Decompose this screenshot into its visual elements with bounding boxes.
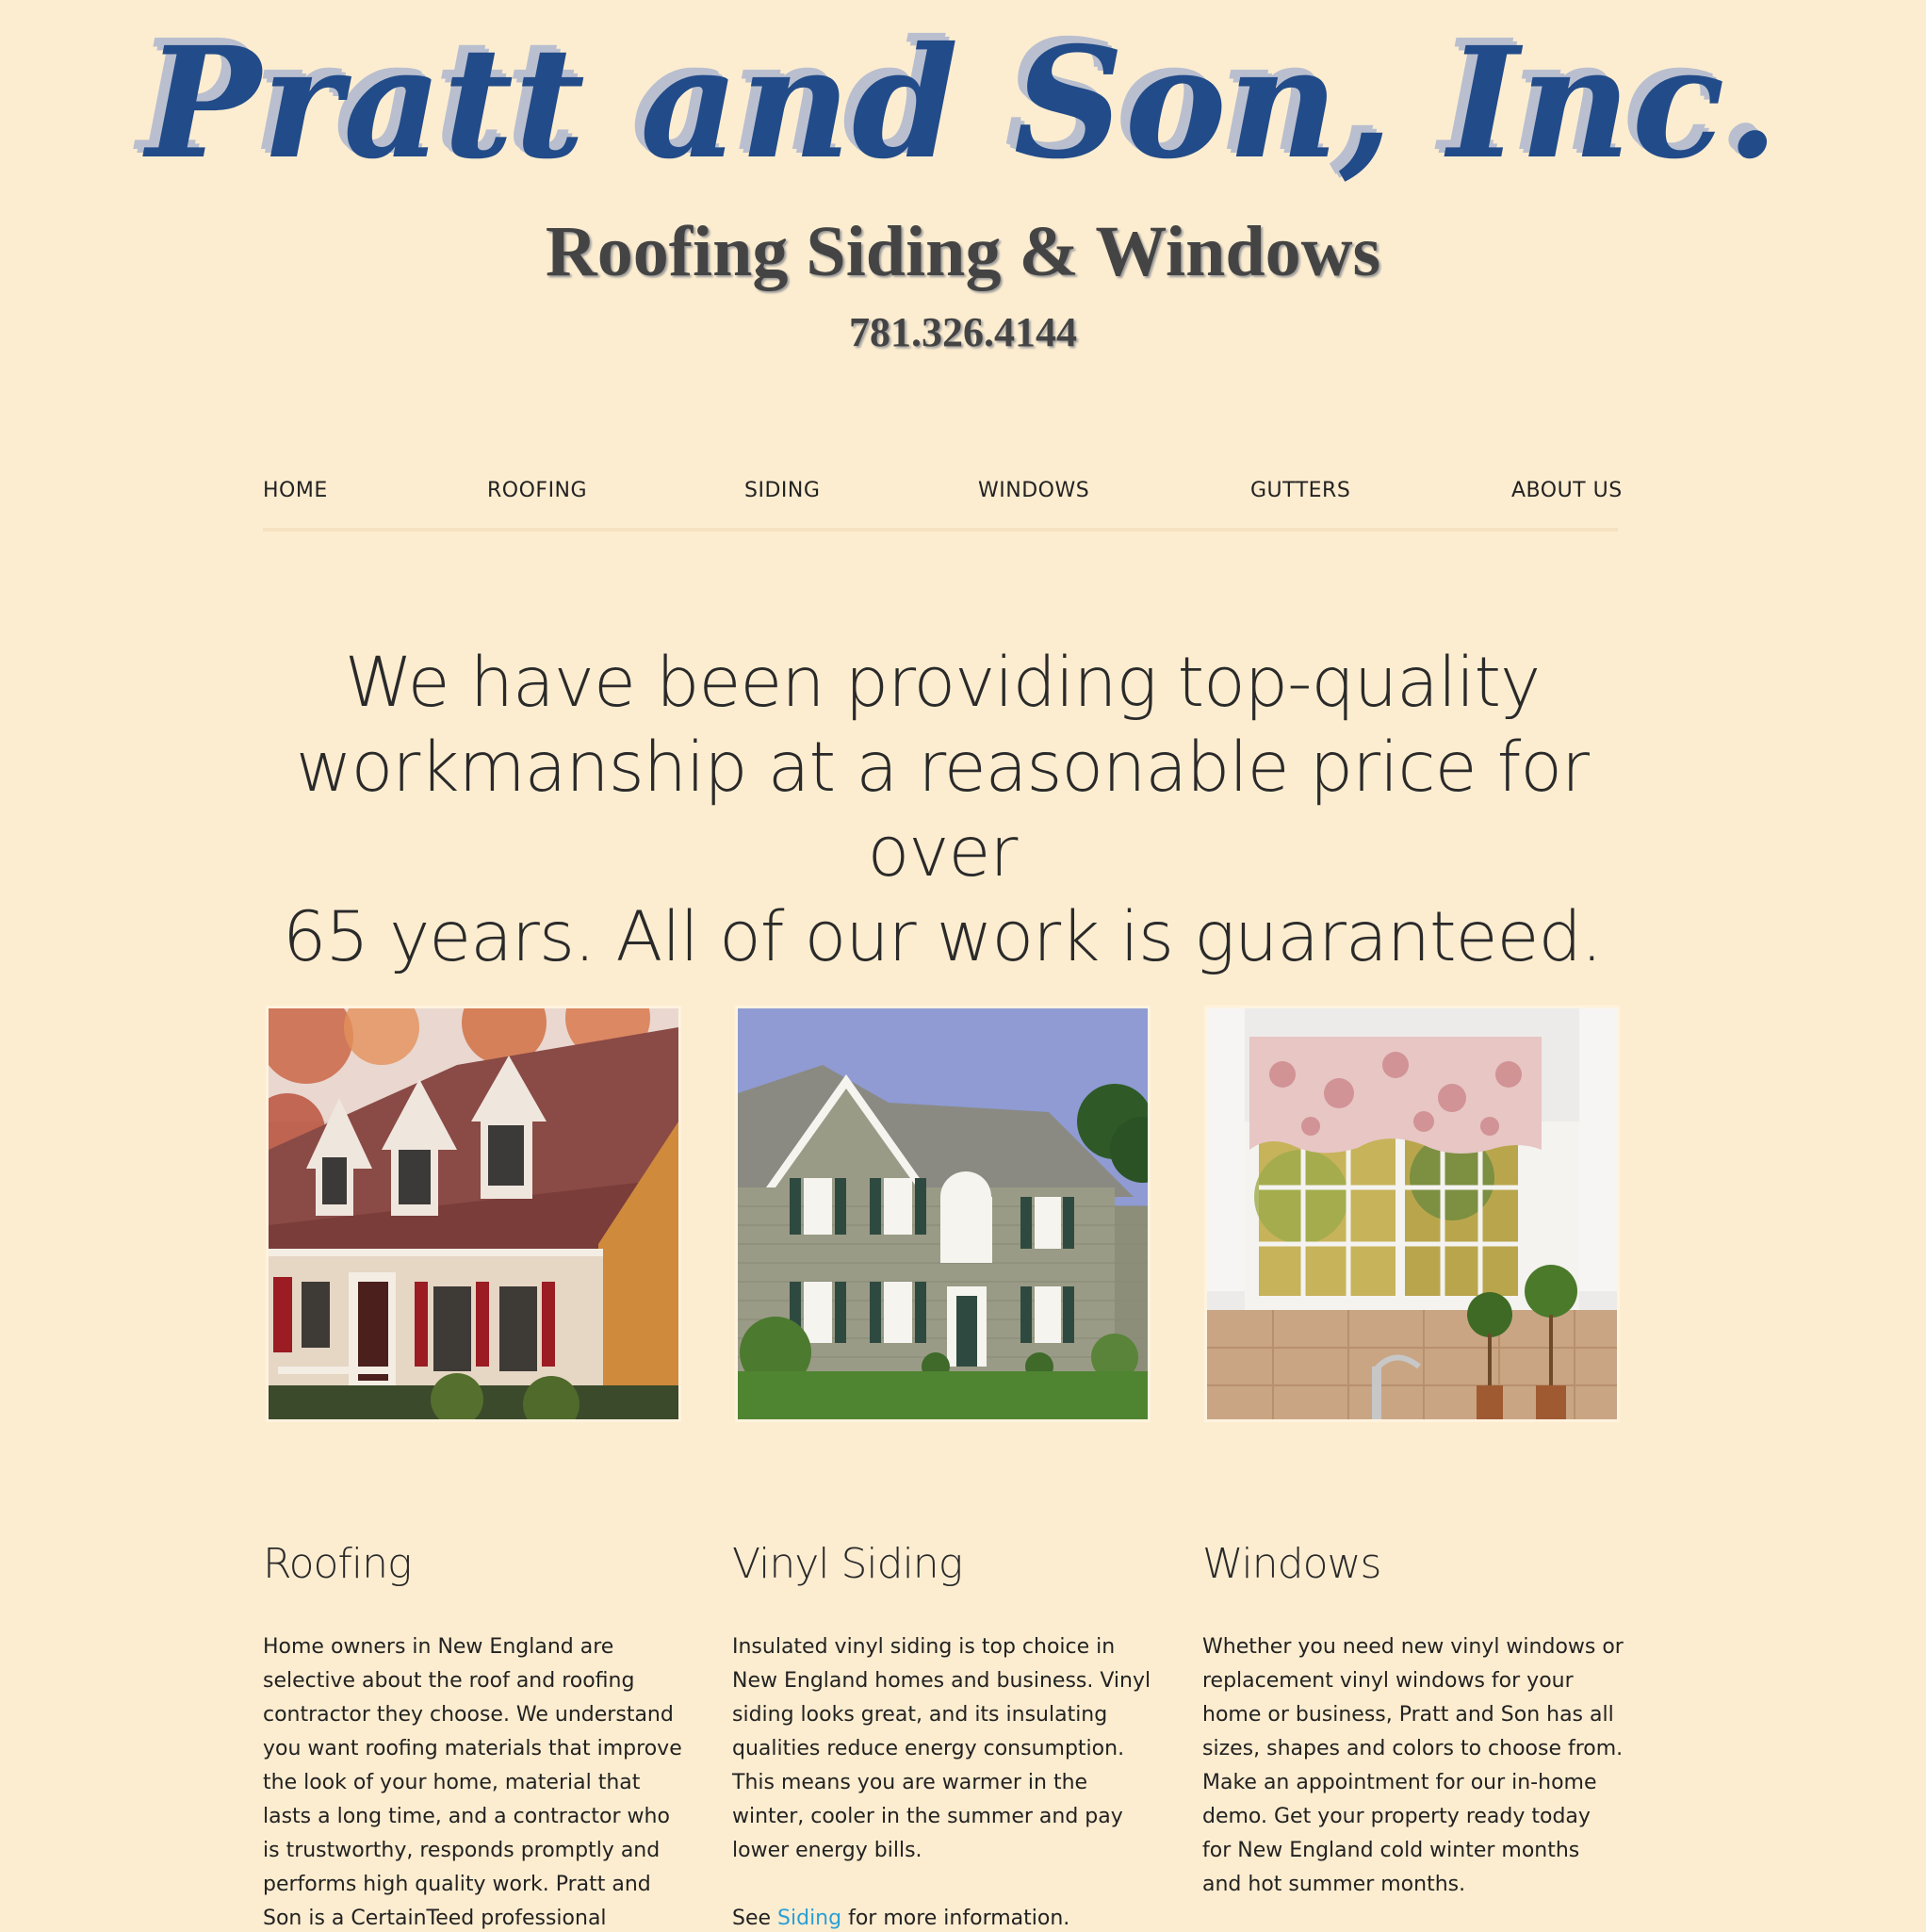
hero-line: We have been providing top-quality bbox=[344, 643, 1541, 723]
company-phone: 781.326.4144 bbox=[849, 309, 1077, 355]
windows-image[interactable] bbox=[1204, 1006, 1620, 1422]
see-suffix: for more information. bbox=[841, 1907, 1070, 1930]
hero-line: 65 years. All of our work is guaranteed. bbox=[282, 897, 1603, 977]
site-logo[interactable]: Pratt and Son, Inc. Roofing Siding & Win… bbox=[0, 0, 1926, 396]
hero-statement: We have been providing top-quality workm… bbox=[254, 641, 1630, 980]
company-name: Pratt and Son, Inc. bbox=[146, 14, 1780, 193]
nav-item-home[interactable]: HOME bbox=[263, 479, 328, 502]
vinyl-siding-description: Insulated vinyl siding is top choice in … bbox=[732, 1635, 1151, 1862]
roofing-heading: Roofing bbox=[263, 1540, 412, 1588]
windows-description: Whether you need new vinyl windows or re… bbox=[1202, 1635, 1624, 1896]
roofing-image[interactable] bbox=[266, 1006, 681, 1422]
main-nav: HOME ROOFING SIDING WINDOWS GUTTERS ABOU… bbox=[263, 471, 1622, 532]
nav-item-roofing[interactable]: ROOFING bbox=[487, 479, 587, 502]
roofing-description: Home owners in New England are selective… bbox=[263, 1635, 682, 1930]
vinyl-siding-image[interactable] bbox=[735, 1006, 1151, 1422]
nav-item-about-us[interactable]: ABOUT US bbox=[1511, 479, 1623, 502]
hero-line: workmanship at a reasonable price for ov… bbox=[295, 728, 1590, 892]
windows-column: Windows Whether you need new vinyl windo… bbox=[1202, 1536, 1624, 1902]
nav-item-windows[interactable]: WINDOWS bbox=[978, 479, 1089, 502]
nav-item-gutters[interactable]: GUTTERS bbox=[1250, 479, 1350, 502]
nav-item-siding[interactable]: SIDING bbox=[744, 479, 820, 502]
siding-link[interactable]: Siding bbox=[777, 1907, 841, 1930]
vinyl-siding-heading: Vinyl Siding bbox=[732, 1540, 963, 1588]
siding-more-info: See Siding for more information. bbox=[732, 1902, 1154, 1932]
windows-heading: Windows bbox=[1202, 1540, 1381, 1588]
page: Pratt and Son, Inc. Roofing Siding & Win… bbox=[0, 0, 1926, 1932]
roofing-column: Roofing Home owners in New England are s… bbox=[263, 1536, 685, 1932]
vinyl-siding-column: Vinyl Siding Insulated vinyl siding is t… bbox=[732, 1536, 1154, 1932]
see-prefix: See bbox=[732, 1907, 778, 1930]
company-tagline: Roofing Siding & Windows bbox=[545, 212, 1381, 291]
